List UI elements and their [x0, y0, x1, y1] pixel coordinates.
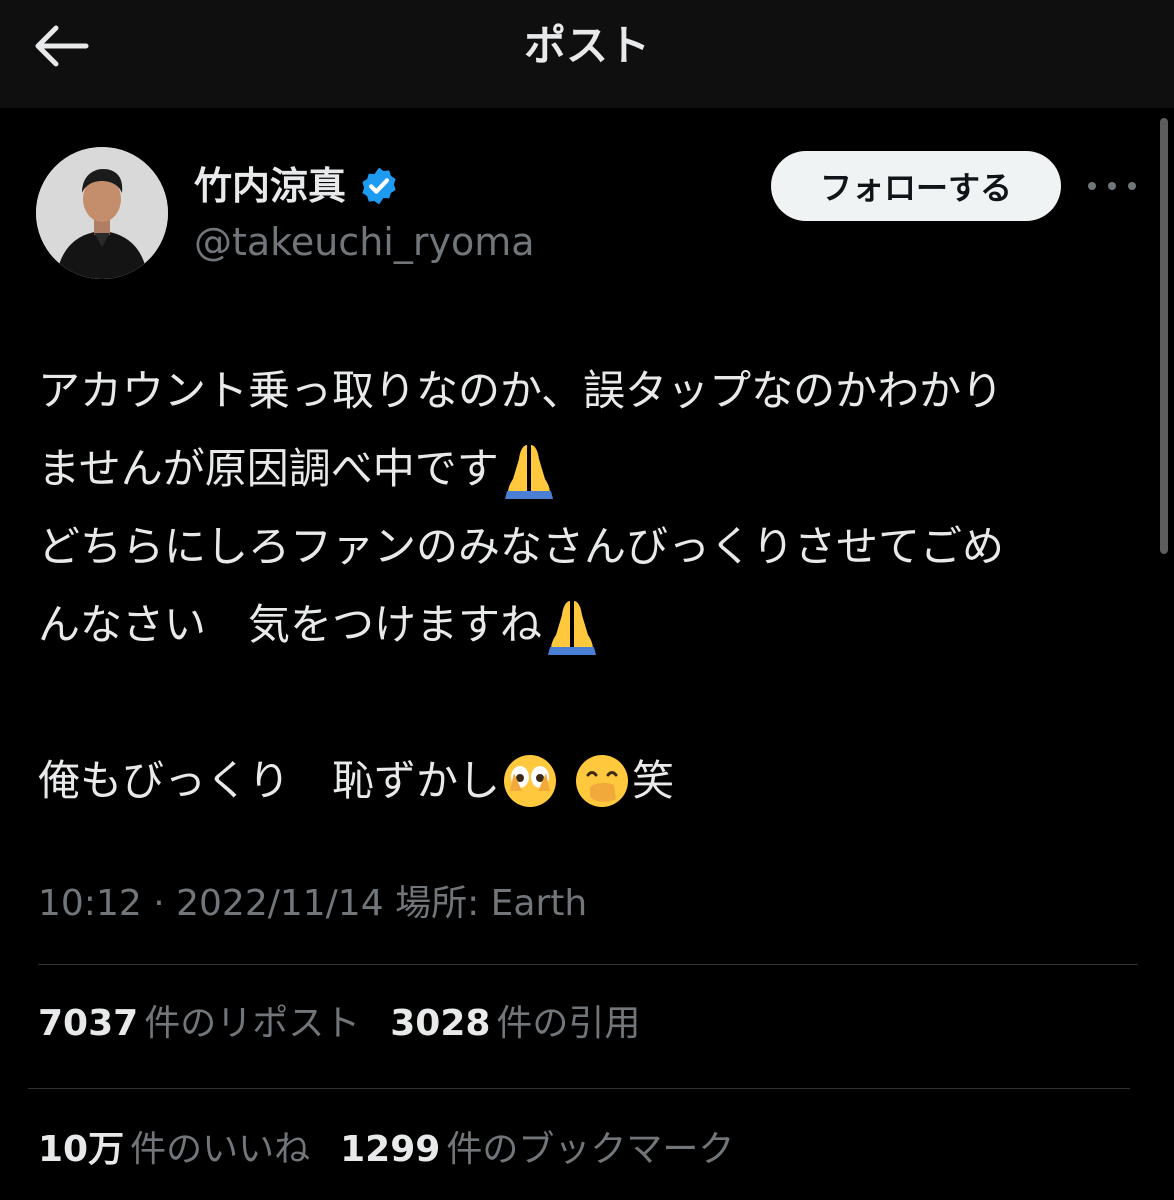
quotes-stat[interactable]: 3028 件の引用: [390, 1000, 640, 1048]
reposts-label: 件のリポスト: [144, 1003, 361, 1044]
more-icon-dot: [1128, 182, 1136, 190]
post-text: アカウント乗っ取りなのか、誤タップなのかわかり ませんが原因調べ中です どちらに…: [38, 352, 1138, 820]
post-line-text: どちらにしろファンのみなさんびっくりさせてごめ: [38, 522, 1005, 571]
folded-hands-emoji-icon: [548, 601, 597, 655]
post-location: 場所: Earth: [395, 883, 588, 924]
bookmarks-count: 1299: [340, 1129, 441, 1170]
likes-count: 10万: [38, 1129, 125, 1170]
more-icon-dot: [1088, 182, 1096, 190]
face-with-hand-over-mouth-emoji-icon: [576, 755, 629, 807]
more-options-button[interactable]: [1088, 168, 1136, 204]
post-line-text: 俺もびっくり 恥ずかし: [38, 756, 501, 805]
post-line: 俺もびっくり 恥ずかし 笑: [38, 742, 1138, 820]
reposts-count: 7037: [38, 1003, 139, 1044]
post-metadata: 10:12 · 2022/11/14 場所: Earth: [38, 880, 587, 928]
follow-button[interactable]: フォローする: [771, 151, 1061, 221]
post-line-text: ませんが原因調べ中です: [38, 444, 499, 493]
reposts-stat[interactable]: 7037 件のリポスト: [38, 1000, 360, 1048]
post-line-text: アカウント乗っ取りなのか、誤タップなのかわかり: [38, 366, 1004, 415]
stats-row-2: 10万 件のいいね 1299 件のブックマーク: [38, 1126, 734, 1174]
quotes-label: 件の引用: [496, 1003, 641, 1044]
post-line-text: 笑: [632, 756, 675, 805]
author-handle[interactable]: @takeuchi_ryoma: [194, 216, 535, 268]
likes-label: 件のいいね: [130, 1129, 311, 1170]
post-time[interactable]: 10:12: [38, 883, 142, 924]
likes-stat[interactable]: 10万 件のいいね: [38, 1126, 310, 1174]
avatar[interactable]: [36, 147, 168, 279]
post-line: ませんが原因調べ中です: [38, 430, 1138, 508]
folded-hands-emoji-icon: [504, 445, 553, 499]
post-line: アカウント乗っ取りなのか、誤タップなのかわかり: [38, 352, 1138, 430]
quotes-count: 3028: [390, 1003, 491, 1044]
bookmarks-label: 件のブックマーク: [446, 1129, 735, 1170]
post-line: んなさい 気をつけますね: [38, 586, 1138, 664]
meta-separator: ·: [153, 883, 165, 924]
author-name[interactable]: 竹内涼真: [194, 160, 400, 212]
bookmarks-stat[interactable]: 1299 件のブックマーク: [340, 1126, 734, 1174]
divider: [38, 964, 1138, 965]
more-icon-dot: [1108, 182, 1116, 190]
page-title: ポスト: [523, 21, 650, 70]
top-bar: ポスト: [0, 0, 1174, 108]
post-line-text: んなさい 気をつけますね: [38, 600, 543, 649]
verified-badge-icon: [362, 167, 396, 205]
scrollbar[interactable]: [1160, 118, 1168, 554]
divider: [28, 1088, 1130, 1089]
post-line: どちらにしろファンのみなさんびっくりさせてごめ: [38, 508, 1138, 586]
author-name-text: 竹内涼真: [194, 164, 347, 208]
post-date[interactable]: 2022/11/14: [176, 883, 384, 924]
stats-row-1: 7037 件のリポスト 3028 件の引用: [38, 1000, 640, 1048]
face-with-open-eyes-and-hand-over-mouth-emoji-icon: [504, 755, 557, 807]
profile-photo: [36, 147, 168, 279]
